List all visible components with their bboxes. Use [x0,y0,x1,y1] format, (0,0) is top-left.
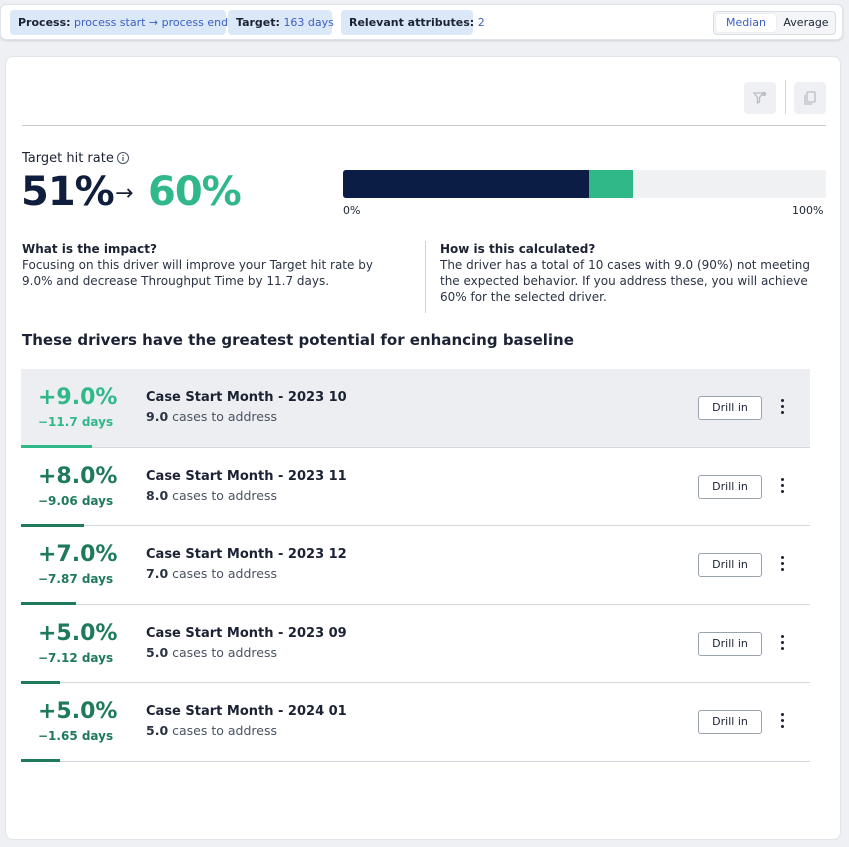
more-options-icon[interactable] [777,554,787,574]
driver-time-saved: −11.7 days [38,415,114,429]
progress-baseline-segment [343,170,590,198]
driver-share-bar [21,759,61,763]
driver-case-count: 5.0 [146,723,169,739]
driver-improvement: +5.0% [38,620,118,646]
aggregation-toggle: Median Average [713,11,836,35]
driver-cases: 9.0 cases to address [146,409,277,424]
driver-name: Case Start Month - 2024 01 [146,704,347,720]
process-chip[interactable]: Process: process start → process end [10,10,229,35]
driver-cases-suffix: cases to address [168,723,277,739]
driver-time-saved: −1.65 days [38,729,114,744]
drill-in-button[interactable]: Drill in [698,710,762,735]
driver-row-5[interactable]: +5.0% −1.65 days Case Start Month - 2024… [21,683,810,763]
driver-name: Case Start Month - 2023 11 [146,468,347,484]
filter-bar: Process: process start → process end Tar… [0,4,843,40]
drill-in-button[interactable]: Drill in [698,474,762,499]
more-options-icon[interactable] [777,476,787,496]
driver-name: Case Start Month - 2023 09 [146,625,347,641]
driver-cases: 7.0 cases to address [146,566,277,581]
progress-max-label: 100% [792,204,824,217]
toolbar-divider [785,80,786,114]
impact-title: What is the impact? [22,242,157,256]
driver-improvement: +8.0% [38,463,118,489]
target-label: Target: [236,16,280,29]
drill-in-button[interactable]: Drill in [698,631,762,656]
info-icon[interactable] [116,151,130,165]
driver-row-4[interactable]: +5.0% −7.12 days Case Start Month - 2023… [21,605,810,684]
hit-rate-progress-bar [343,170,826,198]
drill-in-button[interactable]: Drill in [698,396,762,420]
driver-case-count: 9.0 [146,409,169,424]
driver-cases: 5.0 cases to address [146,645,277,660]
process-label: Process: [18,16,71,29]
attributes-chip[interactable]: Relevant attributes: 2 [341,10,485,35]
driver-row-1[interactable]: +9.0% −11.7 days Case Start Month - 2023… [21,369,810,449]
attributes-label: Relevant attributes: [349,16,475,29]
arrow-right-icon: → [115,181,134,206]
process-value: process start → process end [74,16,229,29]
driver-time-saved: −9.06 days [38,493,114,508]
driver-cases: 5.0 cases to address [146,723,277,738]
driver-row-3[interactable]: +7.0% −7.87 days Case Start Month - 2023… [21,526,810,606]
median-option[interactable]: Median [716,14,776,32]
driver-cases-suffix: cases to address [168,409,277,424]
filter-icon [752,91,767,105]
impact-text: Focusing on this driver will improve you… [22,258,373,288]
driver-row-2[interactable]: +8.0% −9.06 days Case Start Month - 2023… [21,448,810,527]
hit-rate-projected: 60% [148,169,242,215]
driver-cases-suffix: cases to address [168,487,277,503]
driver-cases-suffix: cases to address [168,566,277,582]
driver-time-saved: −7.12 days [38,650,114,665]
driver-case-count: 7.0 [146,566,169,582]
copy-button[interactable] [794,82,826,114]
target-hit-rate-label: Target hit rate [22,151,114,166]
target-chip[interactable]: Target: 163 days [228,10,334,35]
filter-button[interactable] [744,82,776,114]
driver-list: +9.0% −11.7 days Case Start Month - 2023… [21,369,810,763]
info-divider [425,241,426,313]
driver-cases: 8.0 cases to address [146,488,277,503]
driver-improvement: +7.0% [38,542,118,568]
impact-section: What is the impact? Focusing on this dri… [22,241,397,289]
driver-case-count: 8.0 [146,487,169,503]
calculation-title: How is this calculated? [440,242,596,256]
driver-improvement: +9.0% [38,385,118,410]
average-option[interactable]: Average [778,14,834,32]
target-value: 163 days [283,16,334,29]
hit-rate-current: 51% [21,169,115,215]
calculation-section: How is this calculated? The driver has a… [440,241,830,305]
driver-cases-suffix: cases to address [168,644,277,660]
more-options-icon[interactable] [777,711,787,731]
driver-case-count: 5.0 [146,644,169,660]
calculation-text: The driver has a total of 10 cases with … [440,258,811,304]
copy-icon [804,91,816,105]
driver-name: Case Start Month - 2023 10 [146,390,347,405]
drivers-section-title: These drivers have the greatest potentia… [22,331,574,349]
drill-in-button[interactable]: Drill in [698,553,762,578]
progress-min-label: 0% [343,204,361,217]
more-options-icon[interactable] [777,633,787,653]
driver-improvement: +5.0% [38,699,118,725]
driver-time-saved: −7.87 days [38,572,114,587]
driver-name: Case Start Month - 2023 12 [146,547,347,563]
driver-card: Target hit rate 51% → 60% 0% 100% What i… [5,56,841,840]
attributes-value: 2 [477,16,485,29]
more-options-icon[interactable] [777,397,787,417]
header-divider [22,125,826,126]
